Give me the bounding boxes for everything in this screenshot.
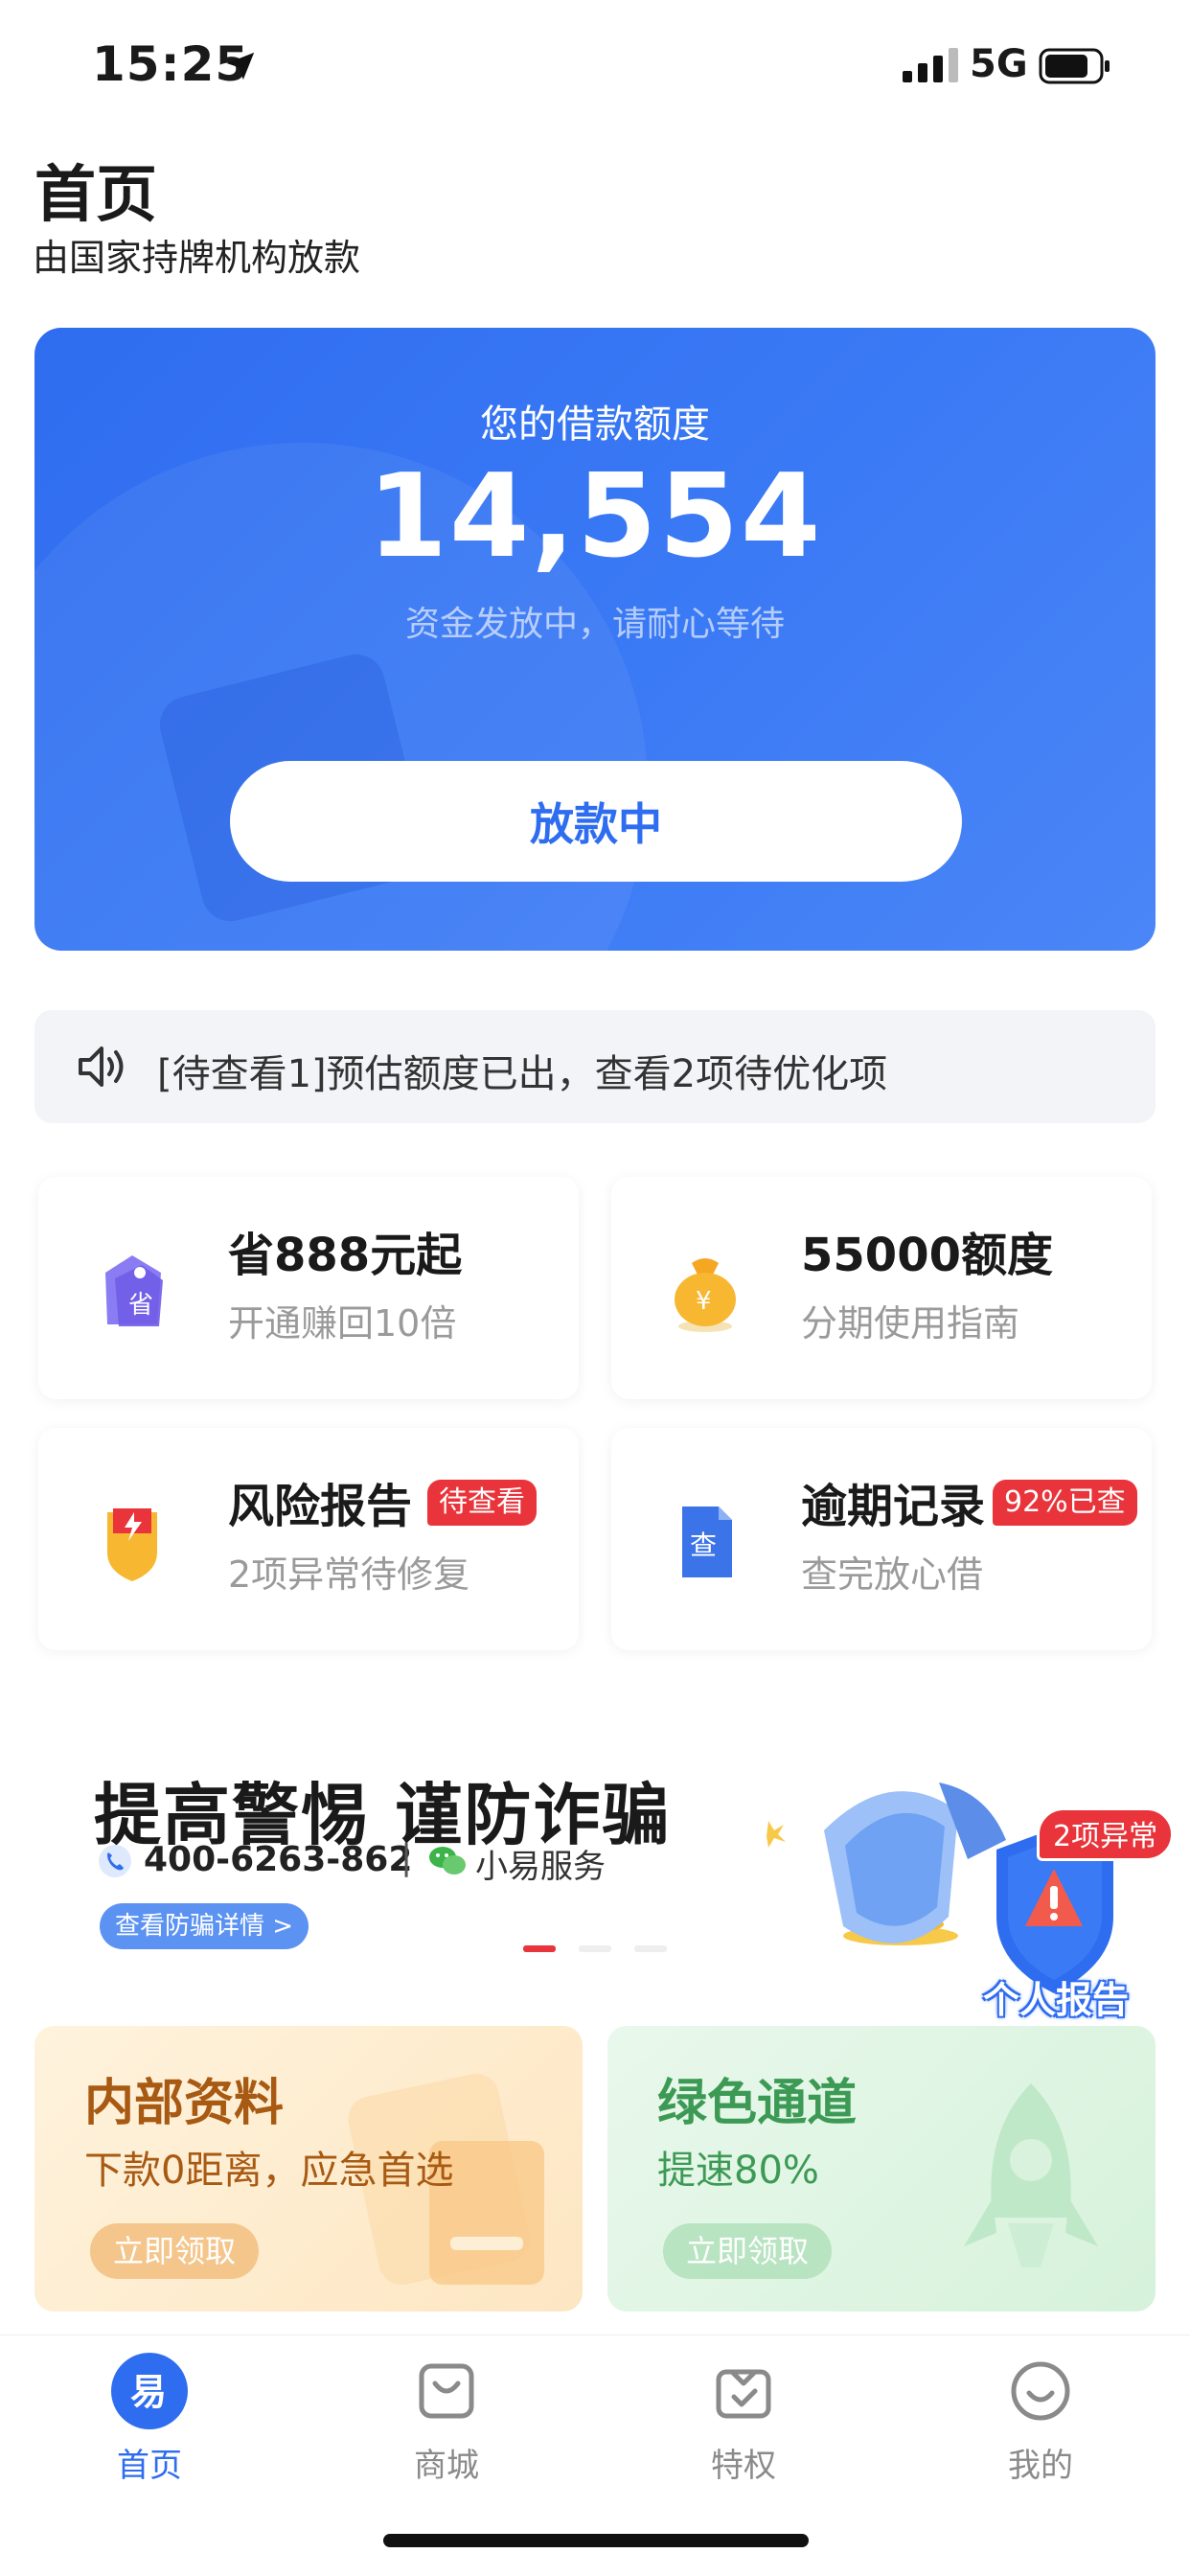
status-bar: 15:25 5G (0, 0, 1190, 134)
tab-home[interactable]: 易 首页 (54, 2353, 245, 2487)
promo-subtitle: 下款0距离，应急首选 (84, 2149, 454, 2193)
svg-text:省: 省 (128, 1291, 153, 1320)
feature-card-risk-report[interactable]: 风险报告 待查看 2项异常待修复 (38, 1428, 579, 1650)
carousel-indicator (523, 1945, 667, 1955)
hotline-number[interactable]: 400-6263-862 (144, 1840, 412, 1879)
carousel-dot (634, 1945, 667, 1952)
svg-text:查: 查 (690, 1530, 717, 1561)
promo-title: 绿色通道 (657, 2075, 858, 2132)
report-anomaly-badge: 2项异常 (1037, 1807, 1175, 1861)
page-subtitle: 由国家持牌机构放款 (33, 237, 361, 279)
feature-title: 风险报告 (228, 1480, 413, 1533)
feature-subtitle: 开通赚回10倍 (228, 1302, 457, 1345)
tab-mall[interactable]: 商城 (351, 2353, 542, 2487)
wechat-icon (429, 1847, 466, 1874)
document-check-icon: 查 (682, 1506, 732, 1577)
risk-shield-icon (107, 1508, 157, 1581)
battery-icon (1039, 48, 1110, 84)
claim-now-button[interactable]: 立即领取 (90, 2223, 260, 2279)
tab-label: 特权 (711, 2447, 776, 2485)
shopping-bag-icon (419, 2363, 474, 2419)
promo-card-green-channel[interactable]: 绿色通道 提速80% 立即领取 (607, 2026, 1156, 2312)
feature-title: 逾期记录 (801, 1480, 986, 1533)
disbursing-button[interactable]: 放款中 (230, 761, 962, 882)
fraud-detail-button[interactable]: 查看防骗详情 > (100, 1903, 309, 1949)
checked-rate-badge: 92%已查 (993, 1480, 1137, 1526)
rocket-illustration-icon (964, 2083, 1098, 2267)
credit-limit-card: 您的借款额度 14,554 资金发放中，请耐心等待 放款中 (34, 328, 1156, 951)
feature-title: 省888元起 (228, 1229, 463, 1282)
feature-subtitle: 分期使用指南 (801, 1302, 1020, 1345)
promo-card-internal-info[interactable]: 内部资料 下款0距离，应急首选 立即领取 (34, 2026, 583, 2312)
pending-badge: 待查看 (427, 1480, 537, 1526)
carousel-dot (579, 1945, 611, 1952)
feature-card-overdue-record[interactable]: 查 逾期记录 92%已查 查完放心借 (611, 1428, 1152, 1650)
feature-card-credit[interactable]: ¥ 55000额度 分期使用指南 (611, 1177, 1152, 1399)
signal-strength-icon (903, 48, 958, 82)
money-bag-icon: ¥ (675, 1258, 736, 1332)
wechat-service-name: 小易服务 (475, 1848, 606, 1886)
personal-report-label[interactable]: 个人报告 (983, 1970, 1129, 2023)
claim-now-button[interactable]: 立即领取 (663, 2223, 833, 2279)
page-title: 首页 (34, 160, 157, 231)
home-screen: 15:25 5G 首页 由国家持牌机构放款 您的借款额度 14,554 资金发放… (0, 0, 1190, 2576)
tab-label: 首页 (117, 2447, 182, 2485)
tab-label: 商城 (414, 2447, 479, 2485)
separator: | (400, 1838, 413, 1877)
feature-card-savings[interactable]: 省 省888元起 开通赚回10倍 (38, 1177, 579, 1399)
privilege-box-icon (716, 2369, 771, 2419)
notice-bar[interactable]: [待查看1]预估额度已出，查看2项待优化项 (34, 1010, 1156, 1123)
credit-status-text: 资金发放中，请耐心等待 (404, 605, 785, 644)
anti-fraud-banner[interactable]: 提高警惕 谨防诈骗 400-6263-862 | 小易服务 查看防骗详情 > 2… (0, 1715, 1190, 2032)
location-arrow-icon (226, 52, 255, 80)
notice-text: [待查看1]预估额度已出，查看2项待优化项 (157, 1052, 888, 1096)
home-logo-icon: 易 (111, 2353, 188, 2429)
carousel-dot-active (523, 1945, 556, 1952)
phone-icon (99, 1845, 131, 1877)
credit-limit-amount: 14,554 (367, 450, 823, 584)
feature-subtitle: 查完放心借 (801, 1553, 984, 1596)
network-type: 5G (970, 42, 1028, 86)
tab-privilege[interactable]: 特权 (648, 2353, 839, 2487)
promo-title: 内部资料 (84, 2075, 285, 2132)
svg-text:¥: ¥ (696, 1287, 712, 1316)
discount-tag-icon: 省 (105, 1255, 163, 1326)
tab-label: 我的 (1008, 2447, 1073, 2485)
feature-subtitle: 2项异常待修复 (228, 1553, 470, 1596)
home-indicator[interactable] (383, 2534, 809, 2547)
smiley-profile-icon (1011, 2361, 1070, 2421)
svg-text:易: 易 (130, 2371, 167, 2413)
speaker-icon (79, 1046, 124, 1087)
tab-mine[interactable]: 我的 (945, 2353, 1136, 2487)
credit-limit-label: 您的借款额度 (480, 402, 710, 447)
feature-title: 55000额度 (801, 1229, 1053, 1282)
promo-subtitle: 提速80% (657, 2149, 819, 2193)
